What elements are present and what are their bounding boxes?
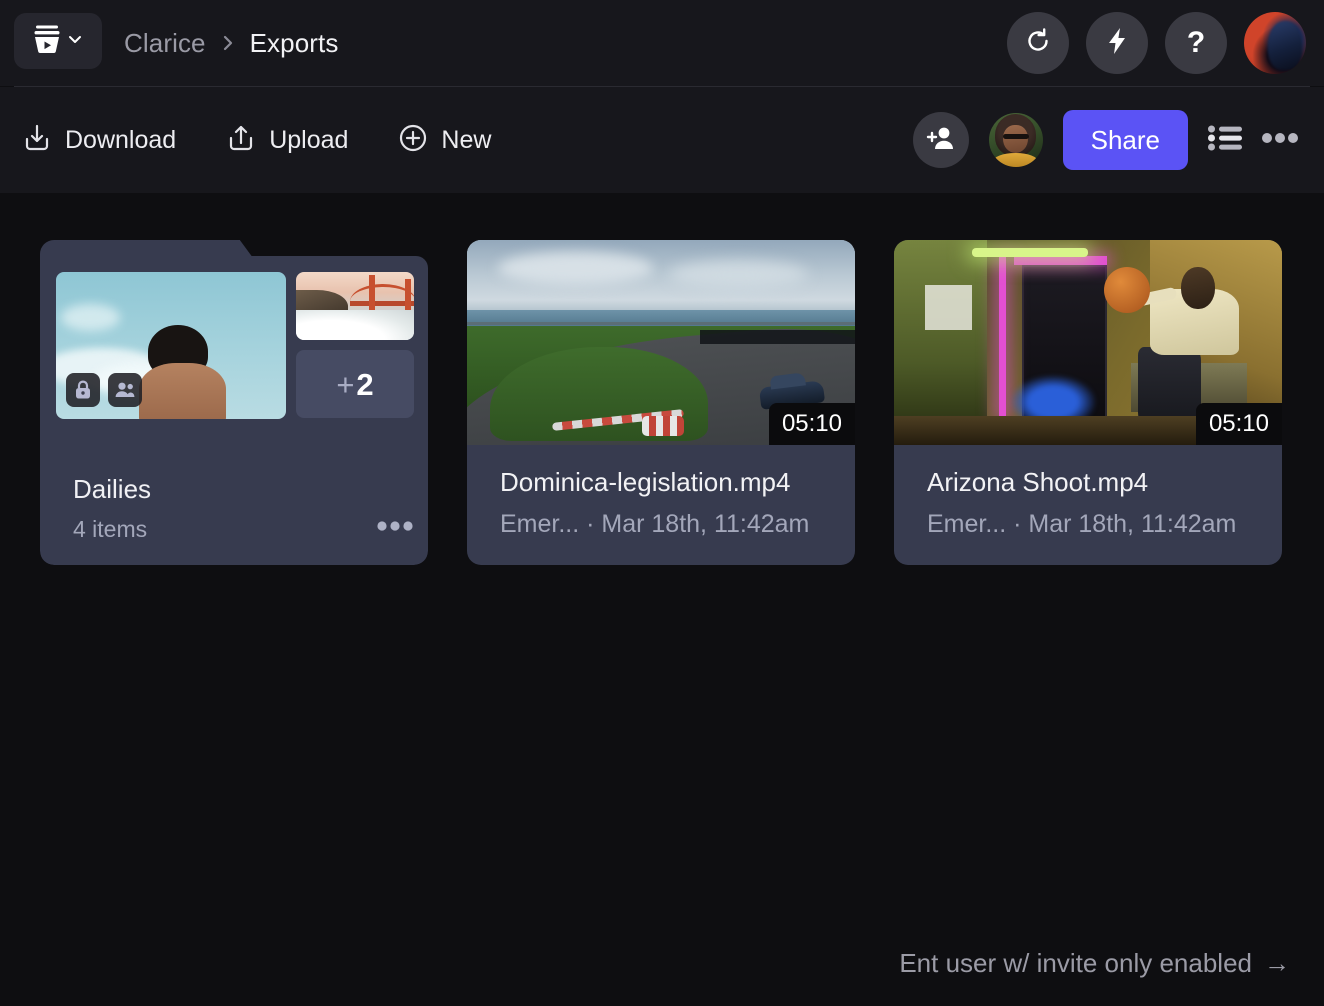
cloud-shape <box>498 252 654 286</box>
surf-shape <box>296 310 414 340</box>
avatar-shirt <box>992 152 1039 167</box>
list-view-icon <box>1208 124 1242 157</box>
header-actions: ? <box>1007 0 1306 86</box>
racetrack-car-thumbnail: 05:10 <box>467 240 855 445</box>
arrow-right-icon: → <box>1264 948 1290 978</box>
frameio-logo-icon <box>32 23 62 60</box>
fence-shape <box>467 322 855 325</box>
asset-info: Arizona Shoot.mp4 Emer... · Mar 18th, 11… <box>894 445 1282 539</box>
workspace-logo-button[interactable] <box>14 13 102 69</box>
footer-hint[interactable]: Ent user w/ invite only enabled → <box>899 948 1290 979</box>
basketball-shape <box>1103 266 1150 313</box>
user-avatar[interactable] <box>1244 12 1306 74</box>
asset-card[interactable]: 05:10 Arizona Shoot.mp4 Emer... · Mar 18… <box>894 240 1282 565</box>
download-button[interactable]: Download <box>22 123 176 158</box>
download-label: Download <box>65 125 177 154</box>
overflow-number: 2 <box>356 366 374 402</box>
person-shape <box>1181 266 1216 309</box>
chevron-right-icon <box>220 32 236 54</box>
neon-basketball-thumbnail: 05:10 <box>894 240 1282 445</box>
duration-badge: 05:10 <box>1195 403 1282 445</box>
toolbar-left-group: Download Upload New <box>22 87 491 193</box>
content-area: + 2 Dailies 4 items 05:10 Dominica-legis… <box>0 193 1324 1006</box>
action-toolbar: Download Upload New Share <box>0 87 1324 193</box>
folder-item-count: 4 items <box>73 516 148 542</box>
refresh-icon <box>1023 26 1053 61</box>
add-person-button[interactable] <box>912 112 969 168</box>
blue-glow-shape <box>1010 375 1096 421</box>
people-icon <box>108 373 142 407</box>
folder-meta: Dailies 4 items <box>73 474 413 543</box>
wall-shape <box>894 240 988 445</box>
new-button[interactable]: New <box>398 123 491 158</box>
barrier-shape <box>699 330 855 345</box>
footer-hint-label: Ent user w/ invite only enabled <box>899 948 1252 978</box>
upload-icon <box>226 123 256 158</box>
list-view-button[interactable] <box>1208 124 1242 157</box>
neon-light-shape <box>971 248 1088 258</box>
lock-icon <box>66 373 100 407</box>
upload-button[interactable]: Upload <box>226 123 348 158</box>
folder-thumbnails: + 2 <box>56 272 414 450</box>
folder-card[interactable]: + 2 Dailies 4 items <box>40 240 428 565</box>
duration-badge: 05:10 <box>768 403 855 445</box>
lightning-button[interactable] <box>1086 12 1148 74</box>
asset-meta: Emer... · Mar 18th, 11:42am <box>500 510 810 538</box>
bridge-tower-shape <box>404 278 411 315</box>
folder-overflow-count: + 2 <box>296 350 414 418</box>
folder-side-thumbnails: + 2 <box>296 272 414 450</box>
cloud-shape <box>60 304 121 331</box>
chevron-down-icon <box>66 30 84 53</box>
asset-title: Dominica-legislation.mp4 <box>500 467 791 497</box>
plus-sign: + <box>336 366 355 402</box>
breadcrumb: Clarice Exports <box>124 0 338 86</box>
neon-light-shape <box>1014 256 1108 266</box>
breadcrumb-root[interactable]: Clarice <box>124 28 206 59</box>
tire-stack-shape <box>641 416 684 437</box>
asset-title: Arizona Shoot.mp4 <box>927 467 1149 497</box>
toolbar-right-group: Share <box>912 87 1298 193</box>
golden-gate-bridge-thumbnail <box>296 272 414 340</box>
upload-label: Upload <box>269 125 349 154</box>
share-button[interactable]: Share <box>1062 110 1188 170</box>
app-header: Clarice Exports ? <box>0 0 1324 86</box>
folder-badges <box>66 373 142 407</box>
lightning-bolt-icon <box>1103 26 1131 61</box>
refresh-button[interactable] <box>1007 12 1069 74</box>
cloud-shape <box>668 260 809 290</box>
avatar-glasses <box>1002 133 1029 140</box>
neon-light-shape <box>998 256 1006 417</box>
folder-more-button[interactable] <box>377 519 413 537</box>
sky-person-thumbnail <box>56 272 286 419</box>
more-options-button[interactable] <box>1262 131 1298 149</box>
asset-grid: + 2 Dailies 4 items 05:10 Dominica-legis… <box>40 240 1282 565</box>
asset-meta: Emer... · Mar 18th, 11:42am <box>927 510 1237 538</box>
poster-shape <box>925 285 972 331</box>
more-horizontal-icon <box>1262 131 1298 149</box>
asset-card[interactable]: 05:10 Dominica-legislation.mp4 Emer... ·… <box>467 240 855 565</box>
question-mark-icon: ? <box>1186 26 1206 59</box>
new-label: New <box>441 125 492 154</box>
collaborator-avatar[interactable] <box>988 113 1043 167</box>
add-person-icon <box>926 124 956 157</box>
download-icon <box>22 123 52 158</box>
plus-circle-icon <box>398 123 428 158</box>
help-button[interactable]: ? <box>1165 12 1227 74</box>
folder-title: Dailies <box>73 474 152 504</box>
person-shape <box>138 363 227 419</box>
breadcrumb-current[interactable]: Exports <box>250 28 339 59</box>
asset-info: Dominica-legislation.mp4 Emer... · Mar 1… <box>467 445 855 539</box>
